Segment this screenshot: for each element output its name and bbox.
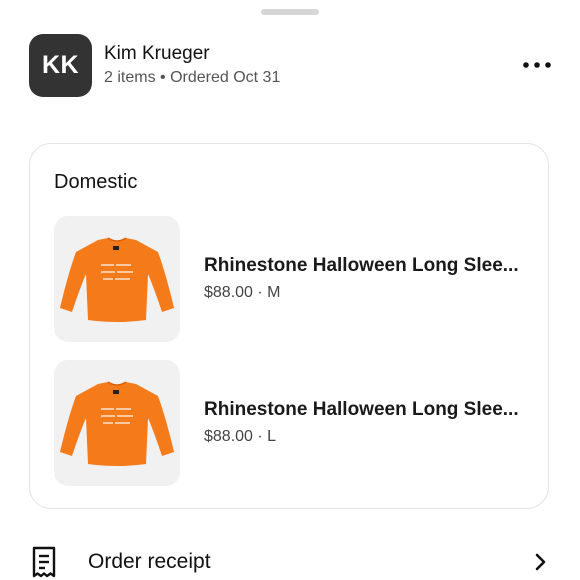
item-title: Rhinestone Halloween Long Slee... (204, 255, 519, 276)
item-info: Rhinestone Halloween Long Slee... $88.00… (204, 398, 524, 448)
item-separator: · (252, 428, 268, 445)
receipt-icon (32, 546, 56, 578)
item-size: M (267, 284, 281, 301)
item-price-size: $88.00 · M (204, 282, 524, 304)
order-receipt-row[interactable]: Order receipt (29, 540, 549, 580)
item-size: L (267, 428, 277, 445)
order-item[interactable]: Rhinestone Halloween Long Slee... $88.00… (54, 360, 524, 486)
orange-long-sleeve-shirt-image (60, 381, 174, 466)
item-title: Rhinestone Halloween Long Slee... (204, 399, 519, 420)
order-detail-sheet: KK Kim Krueger 2 items • Ordered Oct 31 … (0, 0, 580, 580)
customer-name: Kim Krueger (104, 42, 210, 64)
shipment-card: Domestic Rhinestone Halloween Long Slee.… (29, 143, 549, 509)
section-title: Domestic (54, 171, 138, 193)
item-price: $88.00 (204, 284, 253, 301)
order-receipt-label: Order receipt (88, 550, 211, 573)
order-meta: 2 items • Ordered Oct 31 (104, 68, 281, 86)
order-item[interactable]: Rhinestone Halloween Long Slee... $88.00… (54, 216, 524, 342)
chevron-right-icon (535, 553, 546, 571)
customer-info: Kim Krueger 2 items • Ordered Oct 31 (104, 42, 517, 89)
item-price-size: $88.00 · L (204, 426, 524, 448)
item-thumbnail (54, 216, 180, 342)
item-price: $88.00 (204, 428, 253, 445)
item-thumbnail (54, 360, 180, 486)
item-separator: · (252, 284, 268, 301)
orange-long-sleeve-shirt-image (60, 237, 174, 322)
avatar-initials: KK (41, 50, 80, 79)
sheet-grabber[interactable] (261, 9, 319, 15)
item-info: Rhinestone Halloween Long Slee... $88.00… (204, 254, 524, 304)
more-options-button[interactable] (517, 45, 557, 85)
more-horizontal-icon (523, 62, 551, 68)
avatar: KK (29, 33, 92, 97)
order-header: KK Kim Krueger 2 items • Ordered Oct 31 (29, 33, 551, 97)
